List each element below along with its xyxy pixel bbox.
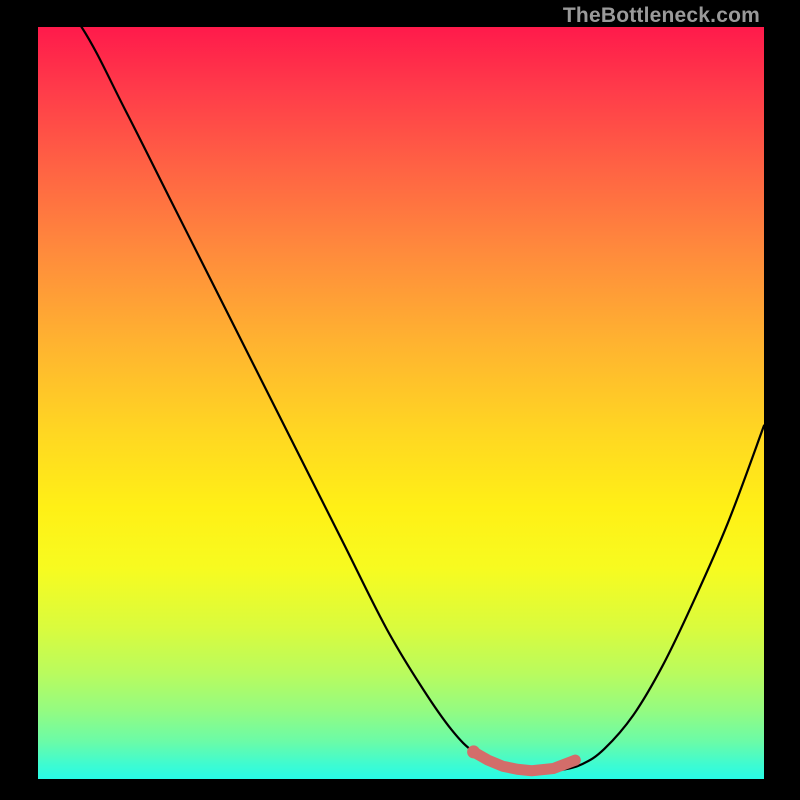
plot-area <box>38 27 764 779</box>
watermark-text: TheBottleneck.com <box>563 4 760 28</box>
gradient-background <box>38 27 764 779</box>
chart-frame: TheBottleneck.com <box>0 0 800 800</box>
